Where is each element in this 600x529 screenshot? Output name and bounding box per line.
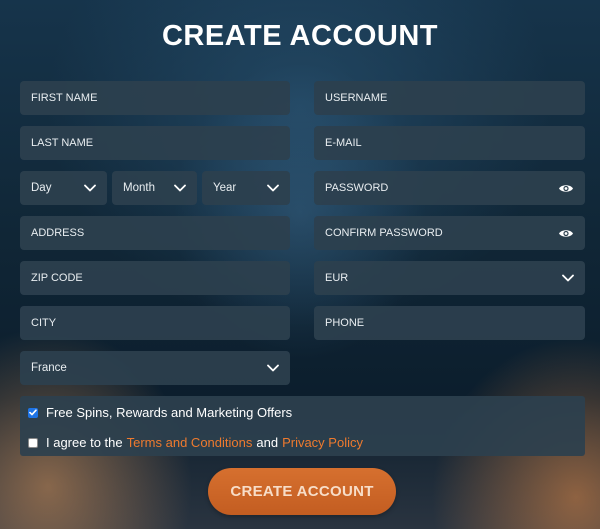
chevron-down-icon — [266, 361, 280, 375]
year-select-label: Year — [213, 182, 237, 194]
zip-code-placeholder: ZIP CODE — [31, 272, 83, 284]
city-input[interactable]: CITY — [20, 306, 290, 340]
confirm-password-placeholder: CONFIRM PASSWORD — [325, 227, 443, 239]
city-placeholder: CITY — [31, 317, 57, 329]
month-select[interactable]: Month — [112, 171, 197, 205]
marketing-consent-row[interactable]: Free Spins, Rewards and Marketing Offers — [28, 405, 292, 420]
terms-prefix: I agree to the — [46, 435, 123, 450]
username-input[interactable]: USERNAME — [314, 81, 585, 115]
terms-checkbox[interactable] — [28, 437, 38, 448]
chevron-down-icon — [561, 271, 575, 285]
first-name-placeholder: FIRST NAME — [31, 92, 98, 104]
currency-select[interactable]: EUR — [314, 261, 585, 295]
address-input[interactable]: ADDRESS — [20, 216, 290, 250]
address-placeholder: ADDRESS — [31, 227, 85, 239]
last-name-placeholder: LAST NAME — [31, 137, 94, 149]
zip-code-input[interactable]: ZIP CODE — [20, 261, 290, 295]
confirm-password-input[interactable]: CONFIRM PASSWORD — [314, 216, 585, 250]
terms-middle: and — [256, 435, 279, 450]
eye-icon[interactable] — [557, 226, 575, 240]
first-name-input[interactable]: FIRST NAME — [20, 81, 290, 115]
create-account-button[interactable]: CREATE ACCOUNT — [208, 468, 396, 515]
password-placeholder: PASSWORD — [325, 182, 389, 194]
country-select[interactable]: France — [20, 351, 290, 385]
marketing-checkbox[interactable] — [28, 407, 38, 418]
chevron-down-icon — [266, 181, 280, 195]
last-name-input[interactable]: LAST NAME — [20, 126, 290, 160]
day-select-label: Day — [31, 182, 52, 194]
password-input[interactable]: PASSWORD — [314, 171, 585, 205]
privacy-policy-link[interactable]: Privacy Policy — [282, 435, 363, 450]
eye-icon[interactable] — [557, 181, 575, 195]
phone-placeholder: PHONE — [325, 317, 365, 329]
email-placeholder: E-MAIL — [325, 137, 362, 149]
year-select[interactable]: Year — [202, 171, 290, 205]
day-select[interactable]: Day — [20, 171, 107, 205]
page-title: CREATE ACCOUNT — [161, 20, 439, 52]
username-placeholder: USERNAME — [325, 92, 388, 104]
email-input[interactable]: E-MAIL — [314, 126, 585, 160]
country-select-value: France — [31, 362, 67, 374]
check-icon — [29, 409, 37, 416]
marketing-consent-label: Free Spins, Rewards and Marketing Offers — [46, 405, 293, 420]
chevron-down-icon — [173, 181, 187, 195]
phone-input[interactable]: PHONE — [314, 306, 585, 340]
terms-consent-row[interactable]: I agree to the Terms and Conditions and … — [28, 435, 363, 450]
terms-and-conditions-link[interactable]: Terms and Conditions — [127, 435, 253, 450]
consent-panel: Free Spins, Rewards and Marketing Offers… — [20, 396, 585, 456]
chevron-down-icon — [83, 181, 97, 195]
month-select-label: Month — [123, 182, 155, 194]
currency-select-value: EUR — [325, 272, 349, 284]
